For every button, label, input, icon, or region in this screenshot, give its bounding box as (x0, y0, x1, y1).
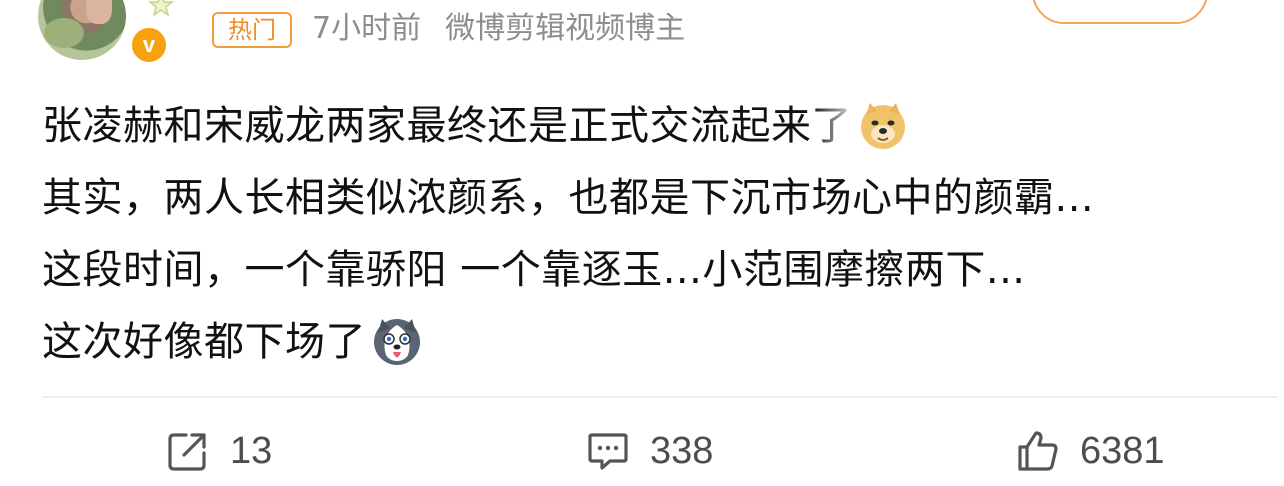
post-line: 其实，两人长相类似浓颜系，也都是下沉市场心中的颜霸... (42, 162, 1272, 234)
like-count: 6381 (1080, 429, 1165, 472)
post-text-line: 其实，两人长相类似浓颜系，也都是下沉市场心中的颜霸... (42, 175, 1095, 221)
post-line: 这次好像都下场了 (42, 306, 1272, 378)
post-line: 这段时间，一个靠骄阳 一个靠逐玉...小范围摩擦两下... (42, 234, 1272, 306)
repost-icon (168, 433, 206, 471)
husky-emoji-icon (374, 319, 420, 365)
star-icon (148, 0, 174, 17)
repost-button[interactable]: 13 (166, 426, 272, 476)
hot-tag: 热门 (212, 12, 292, 48)
divider (42, 396, 1278, 398)
doge-emoji-icon (861, 103, 905, 149)
post-time: 7小时前 (312, 11, 422, 46)
comment-button[interactable]: 338 (586, 426, 713, 476)
repost-count: 13 (230, 429, 273, 472)
user-avatar[interactable] (38, 0, 126, 60)
post-text-line: 这次好像都下场了 (42, 319, 366, 365)
comment-icon (588, 433, 628, 470)
comment-count: 338 (650, 429, 714, 472)
follow-button[interactable] (1032, 0, 1208, 24)
avatar-shape (86, 0, 112, 24)
post-content: 张凌赫和宋威龙两家最终还是正式交流起来了 其实，两人长相类似浓颜系，也都是下沉市… (42, 90, 1272, 378)
post-meta: 7小时前 微博剪辑视频博主 (312, 8, 685, 50)
text-fade-mask (812, 104, 852, 148)
thumbs-up-icon (1018, 431, 1058, 471)
avatar-shape (44, 18, 84, 48)
verified-badge-icon: v (128, 24, 170, 66)
post-text-line: 这段时间，一个靠骄阳 一个靠逐玉...小范围摩擦两下... (42, 247, 1026, 293)
like-button[interactable]: 6381 (1016, 426, 1165, 476)
post-line: 张凌赫和宋威龙两家最终还是正式交流起来了 (42, 90, 1272, 162)
post-text-line: 张凌赫和宋威龙两家最终还是正式交流起来了 (42, 103, 852, 149)
post-source[interactable]: 微博剪辑视频博主 (445, 11, 685, 46)
